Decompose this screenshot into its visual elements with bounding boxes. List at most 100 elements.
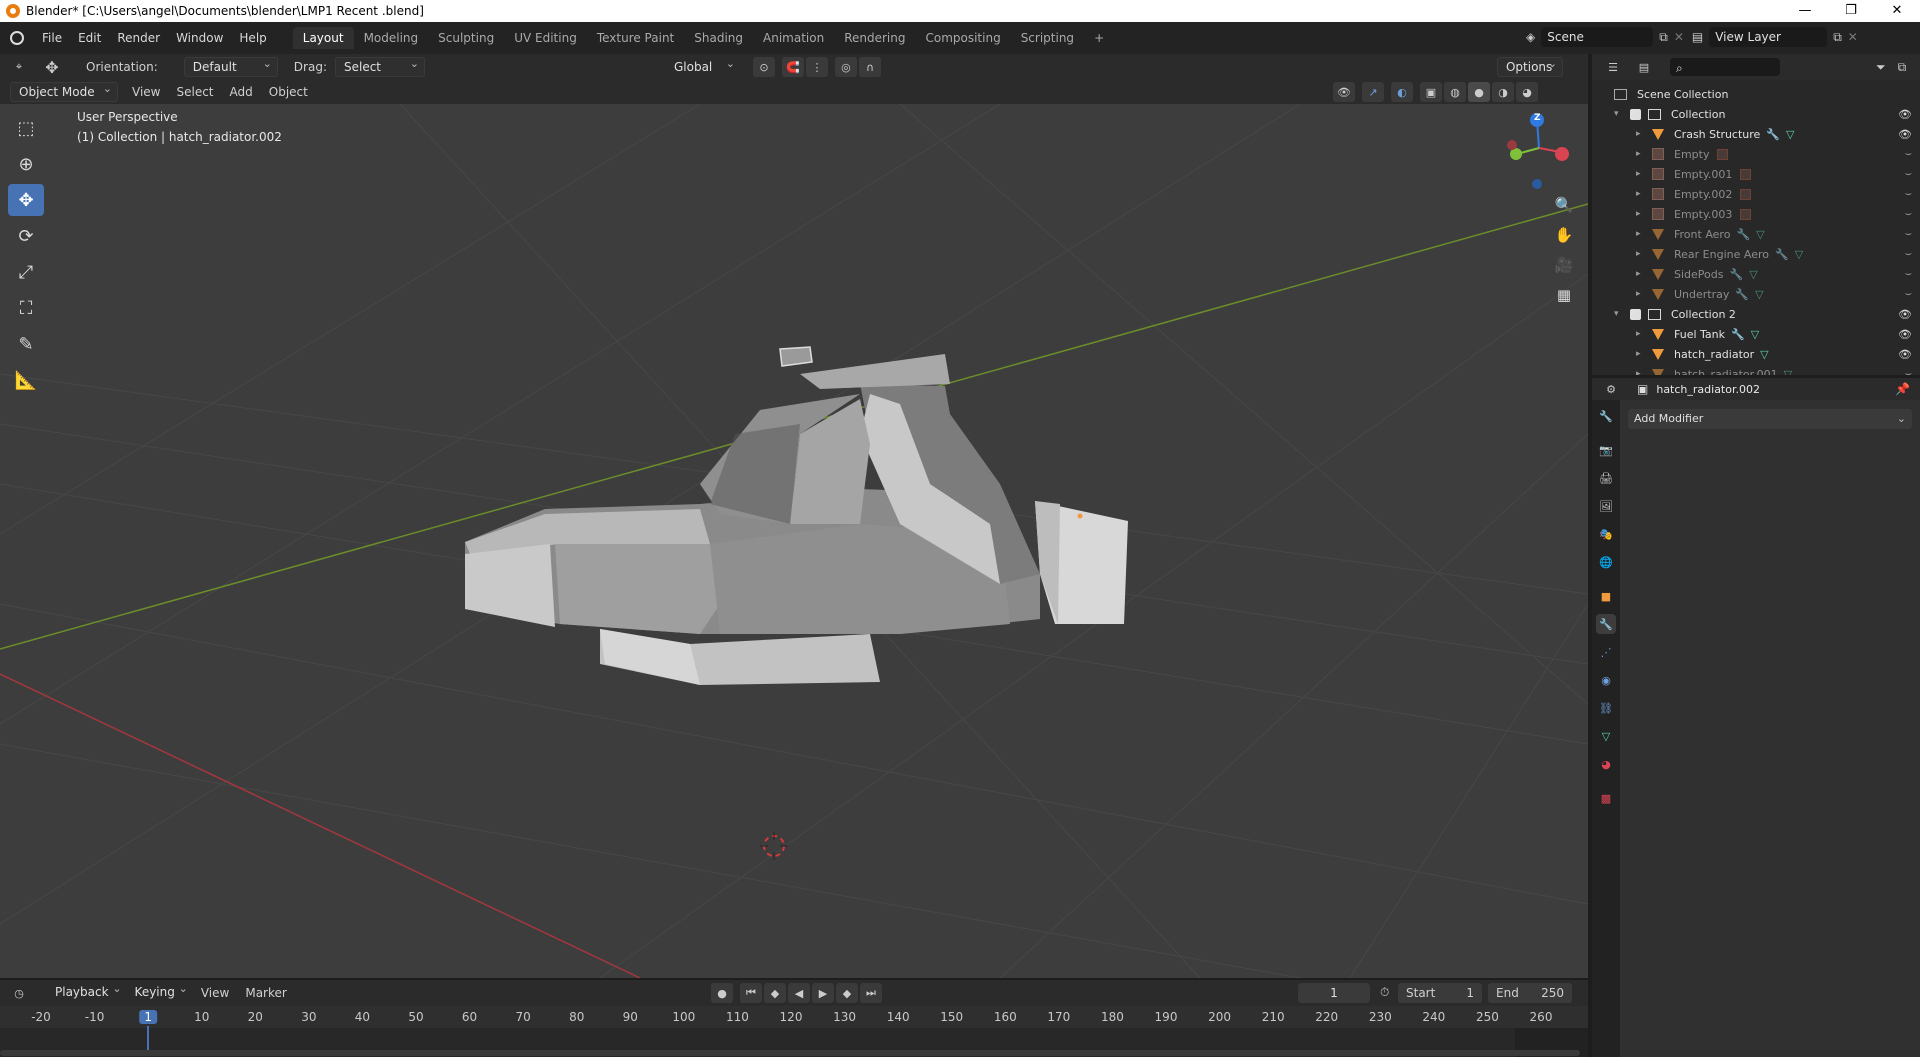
view-layer-tab-icon[interactable]: 🖼 [1596,496,1616,516]
image-data-icon[interactable] [1740,168,1752,180]
blender-logo-icon[interactable] [10,31,24,45]
menu-file[interactable]: File [34,28,70,48]
drag-dropdown[interactable]: Select Box [334,55,425,92]
collection-checkbox[interactable] [1630,108,1641,120]
mesh-data-icon[interactable]: ▽ [1786,128,1794,141]
outliner-object-row[interactable]: ▸ Empty.002 ⌣ [1592,184,1920,204]
modifier-icon[interactable]: 🔧 [1766,128,1780,141]
solid-shading-icon[interactable]: ● [1468,82,1490,102]
timeline-area[interactable]: -20 -10 1 10 20 30 40 50 60 70 80 90 100 110 120 130 140… [0,1006,1588,1057]
eye-icon[interactable]: 👁 [1898,348,1912,361]
cursor-tool-icon[interactable]: ⊕ [8,148,44,180]
pivot-icon[interactable]: ⊙ [752,57,775,77]
collection-checkbox[interactable] [1630,308,1641,320]
eye-icon[interactable]: 👁 [1898,108,1912,121]
add-modifier-dropdown[interactable]: Add Modifier ⌄ [1628,409,1912,429]
jump-start-icon[interactable]: ⏮ [740,983,762,1003]
outliner-object-row[interactable]: ▸ Empty.001 ⌣ [1592,164,1920,184]
record-icon[interactable]: ● [711,983,733,1003]
perspective-toggle-icon[interactable]: ▦ [1551,282,1577,308]
rendered-shading-icon[interactable]: ◕ [1516,82,1538,102]
menu-window[interactable]: Window [168,28,231,48]
play-reverse-icon[interactable]: ◀ [788,983,810,1003]
tab-modeling[interactable]: Modeling [354,27,429,49]
pan-hand-icon[interactable]: ✋ [1551,222,1577,248]
zoom-icon[interactable]: 🔍 [1551,192,1577,218]
outliner-object-row[interactable]: ▸ hatch_radiator.001 ▽ ⌣ [1592,364,1920,375]
outliner-editor-icon[interactable]: ☰ [1602,57,1624,77]
next-keyframe-icon[interactable]: ◆ [836,983,858,1003]
outliner-object-row[interactable]: ▸ Fuel Tank 🔧 ▽ 👁 [1592,324,1920,344]
add-workspace-icon[interactable]: + [1084,27,1114,49]
jump-end-icon[interactable]: ⏭ [860,983,882,1003]
clock-icon[interactable]: ⏱ [1380,985,1389,1000]
menu-select[interactable]: Select [168,85,221,99]
expand-arrow-icon[interactable]: ▾ [1614,109,1624,119]
expand-arrow-icon[interactable]: ▾ [1614,309,1624,319]
hidden-eye-icon[interactable]: ⌣ [1905,207,1912,221]
snap-icon[interactable]: 🧲 [781,57,804,77]
image-data-icon[interactable] [1717,148,1729,160]
play-icon[interactable]: ▶ [812,983,834,1003]
collapse-arrow-icon[interactable]: ▸ [1636,229,1646,239]
pin-icon[interactable]: 📌 [1895,382,1910,396]
texture-tab-icon[interactable]: ▩ [1596,788,1616,808]
tab-texture-paint[interactable]: Texture Paint [587,27,684,49]
modifier-icon[interactable]: 🔧 [1736,228,1750,241]
material-tab-icon[interactable]: ◕ [1596,754,1616,774]
new-view-layer-icon[interactable]: ⧉ [1833,30,1842,45]
visibility-icon[interactable]: 👁 [1333,82,1355,102]
mesh-data-icon[interactable]: ▽ [1751,328,1759,341]
snap-target-icon[interactable]: ⋮ [805,57,828,77]
tab-compositing[interactable]: Compositing [915,27,1010,49]
transform-orientation-dropdown[interactable]: Global [664,55,741,77]
outliner-collection-row[interactable]: ▾ Collection 👁 [1592,104,1920,124]
eye-icon[interactable]: 👁 [1898,128,1912,141]
keying-menu[interactable]: Keying [127,980,193,1003]
scene-tab-icon[interactable]: 🎭 [1596,524,1616,544]
outliner-object-row[interactable]: ▸ Crash Structure 🔧 ▽ 👁 [1592,124,1920,144]
close-button[interactable]: ✕ [1874,0,1920,22]
tab-scripting[interactable]: Scripting [1011,27,1084,49]
tab-shading[interactable]: Shading [684,27,753,49]
outliner-object-row[interactable]: ▸ Empty ⌣ [1592,144,1920,164]
scale-tool-icon[interactable]: ⤢ [8,256,44,288]
collapse-arrow-icon[interactable]: ▸ [1636,189,1646,199]
playhead-line[interactable] [147,1026,150,1050]
menu-edit[interactable]: Edit [70,28,109,48]
3d-cursor[interactable] [760,832,788,860]
object-tab-icon[interactable]: ■ [1596,586,1616,606]
timeline-scrollbar[interactable] [0,1050,1580,1056]
mode-dropdown[interactable]: Object Mode [10,80,118,102]
maximize-button[interactable]: ❐ [1828,0,1874,22]
3d-viewport[interactable]: User Perspective (1) Collection | hatch_… [0,104,1588,978]
scene-icon[interactable]: ◈ [1526,30,1535,44]
rotate-tool-icon[interactable]: ⟳ [8,220,44,252]
hidden-eye-icon[interactable]: ⌣ [1905,227,1912,241]
proportional-edit-icon[interactable]: ◎ [834,57,857,77]
overlay-toggle-icon[interactable]: ◐ [1391,82,1413,102]
mesh-data-icon[interactable]: ▽ [1795,248,1803,261]
view-layer-icon[interactable]: ▤ [1692,30,1703,44]
navigation-gizmo[interactable] [1507,113,1569,189]
outliner-object-row[interactable]: ▸ hatch_radiator ▽ 👁 [1592,344,1920,364]
tab-layout[interactable]: Layout [292,27,354,49]
modifier-tab-icon[interactable]: 🔧 [1596,614,1616,634]
mesh-data-tab-icon[interactable]: ▽ [1596,726,1616,746]
particles-tab-icon[interactable]: ⋰ [1596,642,1616,662]
hidden-eye-icon[interactable]: ⌣ [1905,187,1912,201]
image-data-icon[interactable] [1740,208,1752,220]
scene-name-field[interactable]: Scene [1541,27,1654,47]
modifier-icon[interactable]: 🔧 [1735,288,1749,301]
mesh-data-icon[interactable]: ▽ [1756,228,1764,241]
new-collection-icon[interactable]: ⧉ [1898,60,1907,75]
collapse-arrow-icon[interactable]: ▸ [1636,209,1646,219]
menu-view[interactable]: View [124,85,168,99]
menu-help[interactable]: Help [231,28,274,48]
eye-icon[interactable]: 👁 [1898,328,1912,341]
view-layer-field[interactable]: View Layer [1709,27,1828,47]
tab-animation[interactable]: Animation [753,27,834,49]
collapse-arrow-icon[interactable]: ▸ [1636,349,1646,359]
hidden-eye-icon[interactable]: ⌣ [1905,287,1912,301]
options-dropdown[interactable]: Options [1496,55,1563,77]
